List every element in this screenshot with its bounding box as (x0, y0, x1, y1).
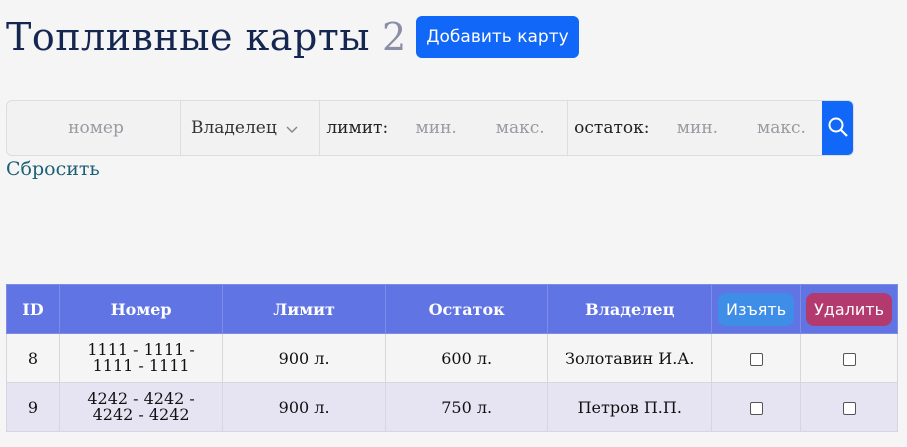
cell-delete (800, 382, 898, 432)
table-header-row: ID Номер Лимит Остаток Владелец Изъять У… (6, 284, 898, 334)
page-header: Топливные карты 2 Добавить карту (6, 12, 579, 62)
card-count: 2 (382, 15, 407, 59)
cell-owner: Золотавин И.А. (547, 333, 713, 383)
col-number: Номер (58, 284, 224, 334)
limit-max-input[interactable] (478, 117, 563, 139)
cell-id: 9 (6, 382, 60, 432)
col-limit: Лимит (222, 284, 386, 334)
delete-button[interactable]: Удалить (806, 292, 892, 326)
number-input[interactable] (7, 117, 185, 139)
cell-id: 8 (6, 333, 60, 383)
limit-label: лимит: (326, 118, 389, 138)
add-card-button[interactable]: Добавить карту (416, 16, 579, 58)
cards-table: ID Номер Лимит Остаток Владелец Изъять У… (6, 284, 898, 432)
rest-label: остаток: (574, 118, 650, 138)
delete-checkbox[interactable] (842, 401, 856, 415)
table-row: 9 4242 - 4242 - 4242 - 4242 900 л. 750 л… (6, 382, 898, 432)
filter-bar: Владелец лимит: остаток: (6, 100, 854, 156)
cell-delete (800, 333, 898, 383)
chevron-down-icon (285, 121, 299, 135)
cell-rest: 750 л. (384, 382, 549, 432)
owner-select[interactable]: Владелец (181, 101, 321, 155)
withdraw-checkbox[interactable] (749, 352, 763, 366)
number-part: 4242 - 4242 (92, 405, 190, 424)
cell-withdraw (711, 382, 802, 432)
withdraw-checkbox[interactable] (749, 401, 763, 415)
cell-number: 1111 - 1111 - 1111 - 1111 (58, 333, 224, 383)
owner-select-label: Владелец (191, 118, 277, 138)
search-icon (827, 116, 849, 141)
rest-min-input[interactable] (655, 117, 740, 139)
col-rest: Остаток (384, 284, 549, 334)
page-title: Топливные карты (6, 15, 371, 59)
col-id: ID (6, 284, 60, 334)
cell-owner: Петров П.П. (547, 382, 713, 432)
limit-filter: лимит: (320, 101, 569, 155)
cell-withdraw (711, 333, 802, 383)
cell-rest: 600 л. (384, 333, 549, 383)
cell-number: 4242 - 4242 - 4242 - 4242 (58, 382, 224, 432)
col-owner: Владелец (547, 284, 713, 334)
limit-min-input[interactable] (394, 117, 479, 139)
reset-link[interactable]: Сбросить (6, 158, 100, 180)
rest-max-input[interactable] (739, 117, 824, 139)
number-part: 1111 - 1111 (92, 356, 190, 375)
cell-limit: 900 л. (222, 382, 386, 432)
delete-checkbox[interactable] (842, 352, 856, 366)
number-filter (7, 101, 185, 155)
search-button[interactable] (822, 101, 853, 155)
withdraw-button[interactable]: Изъять (717, 292, 795, 326)
table-row: 8 1111 - 1111 - 1111 - 1111 900 л. 600 л… (6, 333, 898, 383)
col-delete: Удалить (800, 284, 898, 334)
col-withdraw: Изъять (711, 284, 802, 334)
cell-limit: 900 л. (222, 333, 386, 383)
rest-filter: остаток: (568, 101, 824, 155)
